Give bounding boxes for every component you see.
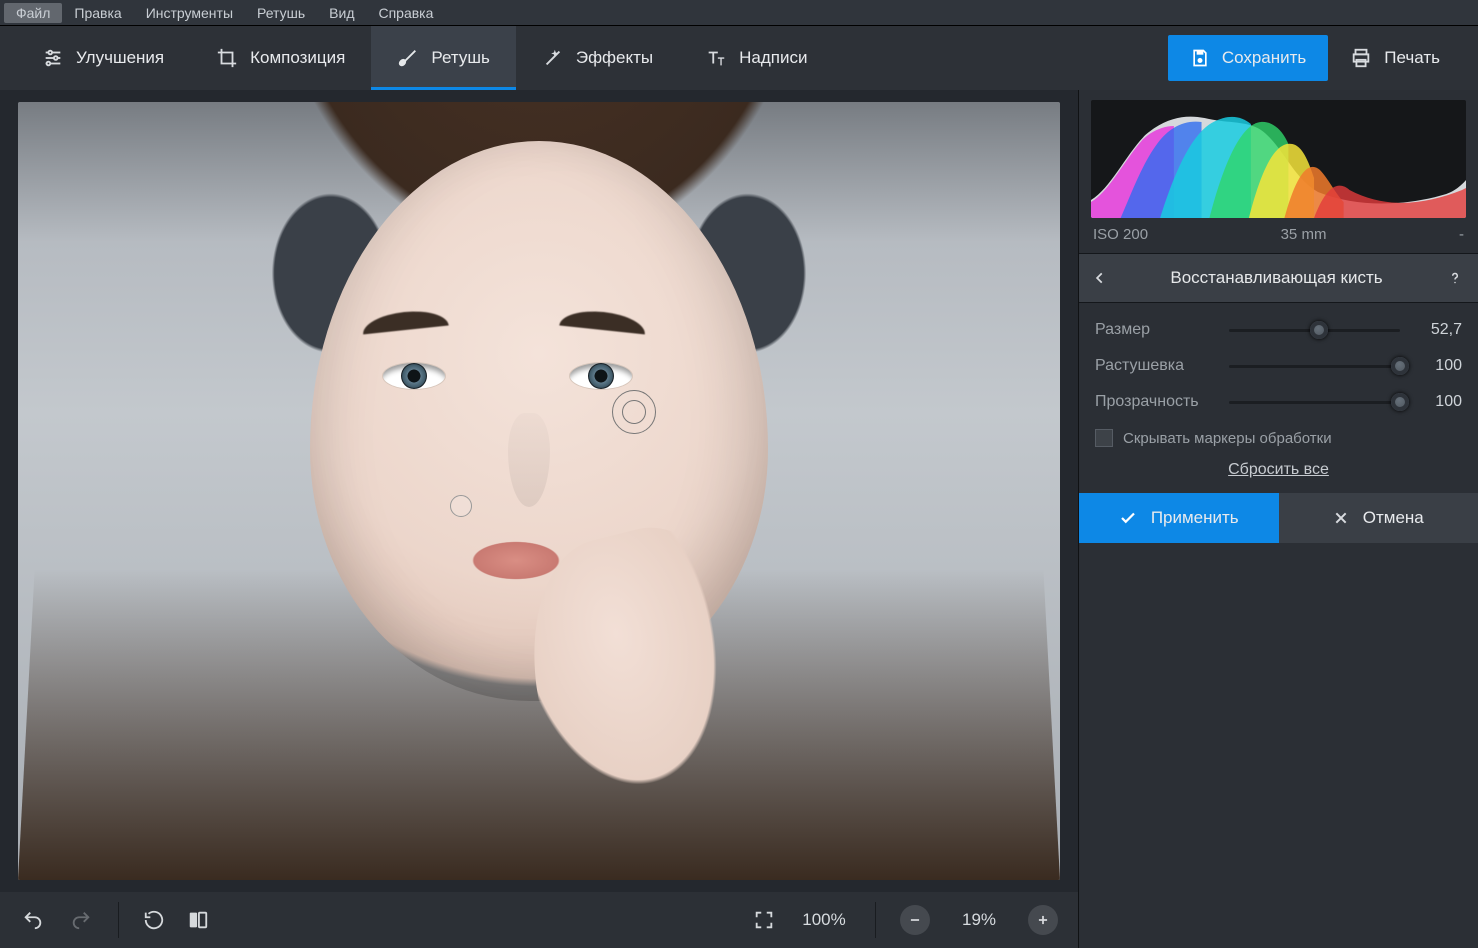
text-icon bbox=[705, 47, 727, 69]
feather-value: 100 bbox=[1414, 357, 1462, 375]
histogram[interactable] bbox=[1091, 100, 1466, 218]
hide-markers-label: Скрывать маркеры обработки bbox=[1123, 430, 1332, 447]
print-button[interactable]: Печать bbox=[1328, 35, 1462, 81]
cancel-button[interactable]: Отмена bbox=[1279, 493, 1478, 543]
tab-composition[interactable]: Композиция bbox=[190, 26, 371, 90]
apply-label: Применить bbox=[1151, 508, 1239, 528]
compare-button[interactable] bbox=[187, 909, 209, 931]
tab-label: Улучшения bbox=[76, 48, 164, 68]
feather-control: Растушевка 100 bbox=[1095, 357, 1462, 375]
redo-button[interactable] bbox=[68, 909, 94, 931]
opacity-value: 100 bbox=[1414, 393, 1462, 411]
wand-icon bbox=[542, 47, 564, 69]
cancel-label: Отмена bbox=[1363, 508, 1424, 528]
opacity-slider[interactable] bbox=[1229, 393, 1400, 411]
apply-button[interactable]: Применить bbox=[1079, 493, 1279, 543]
fit-screen-button[interactable] bbox=[753, 909, 775, 931]
focal-readout: 35 mm bbox=[1281, 226, 1327, 243]
iso-readout: ISO 200 bbox=[1093, 226, 1148, 243]
side-panel: ISO 200 35 mm - Восстанавливающая кисть … bbox=[1078, 90, 1478, 948]
print-label: Печать bbox=[1384, 48, 1440, 68]
photo-metadata: ISO 200 35 mm - bbox=[1079, 222, 1478, 253]
menu-view[interactable]: Вид bbox=[317, 3, 366, 23]
meta-dash: - bbox=[1459, 226, 1464, 243]
save-button[interactable]: Сохранить bbox=[1168, 35, 1328, 81]
tool-panel-body: Размер 52,7 Растушевка 100 Прозрачность … bbox=[1079, 303, 1478, 543]
panel-actions: Применить Отмена bbox=[1079, 493, 1478, 543]
photo-canvas[interactable] bbox=[18, 102, 1060, 880]
help-button[interactable] bbox=[1446, 269, 1464, 287]
tab-label: Композиция bbox=[250, 48, 345, 68]
size-value: 52,7 bbox=[1414, 321, 1462, 339]
size-slider[interactable] bbox=[1229, 321, 1400, 339]
tool-panel-header: Восстанавливающая кисть bbox=[1079, 253, 1478, 303]
workspace: 100% 19% ISO 200 3 bbox=[0, 90, 1478, 948]
undo-button[interactable] bbox=[20, 909, 46, 931]
back-button[interactable] bbox=[1093, 267, 1107, 289]
brush-icon bbox=[397, 47, 419, 69]
tab-label: Эффекты bbox=[576, 48, 653, 68]
size-control: Размер 52,7 bbox=[1095, 321, 1462, 339]
hide-markers-checkbox[interactable] bbox=[1095, 429, 1113, 447]
crop-icon bbox=[216, 47, 238, 69]
save-label: Сохранить bbox=[1222, 48, 1306, 68]
tab-effects[interactable]: Эффекты bbox=[516, 26, 679, 90]
save-icon bbox=[1190, 48, 1210, 68]
tab-enhance[interactable]: Улучшения bbox=[16, 26, 190, 90]
view-scale-readout: 100% bbox=[797, 910, 851, 930]
main-toolbar: Улучшения Композиция Ретушь Эффекты Надп… bbox=[0, 26, 1478, 90]
reset-all-link[interactable]: Сбросить все bbox=[1095, 461, 1462, 479]
tab-text[interactable]: Надписи bbox=[679, 26, 833, 90]
menu-help[interactable]: Справка bbox=[366, 3, 445, 23]
hide-markers-row[interactable]: Скрывать маркеры обработки bbox=[1095, 429, 1462, 447]
zoom-readout: 19% bbox=[952, 910, 1006, 930]
menu-retouch[interactable]: Ретушь bbox=[245, 3, 317, 23]
zoom-in-button[interactable] bbox=[1028, 905, 1058, 935]
canvas-viewport[interactable] bbox=[0, 90, 1078, 892]
feather-slider[interactable] bbox=[1229, 357, 1400, 375]
zoom-out-button[interactable] bbox=[900, 905, 930, 935]
menu-bar: Файл Правка Инструменты Ретушь Вид Справ… bbox=[0, 0, 1478, 26]
tab-label: Надписи bbox=[739, 48, 807, 68]
menu-tools[interactable]: Инструменты bbox=[134, 3, 245, 23]
opacity-control: Прозрачность 100 bbox=[1095, 393, 1462, 411]
menu-file[interactable]: Файл bbox=[4, 3, 62, 23]
close-icon bbox=[1333, 510, 1349, 526]
menu-edit[interactable]: Правка bbox=[62, 3, 133, 23]
size-label: Размер bbox=[1095, 321, 1215, 339]
canvas-footer: 100% 19% bbox=[0, 892, 1078, 948]
tab-retouch[interactable]: Ретушь bbox=[371, 26, 515, 90]
check-icon bbox=[1119, 509, 1137, 527]
canvas-area: 100% 19% bbox=[0, 90, 1078, 948]
tab-label: Ретушь bbox=[431, 48, 489, 68]
feather-label: Растушевка bbox=[1095, 357, 1215, 375]
rotate-button[interactable] bbox=[143, 909, 165, 931]
sliders-icon bbox=[42, 47, 64, 69]
opacity-label: Прозрачность bbox=[1095, 393, 1215, 411]
tool-panel-title: Восстанавливающая кисть bbox=[1170, 268, 1382, 288]
print-icon bbox=[1350, 47, 1372, 69]
